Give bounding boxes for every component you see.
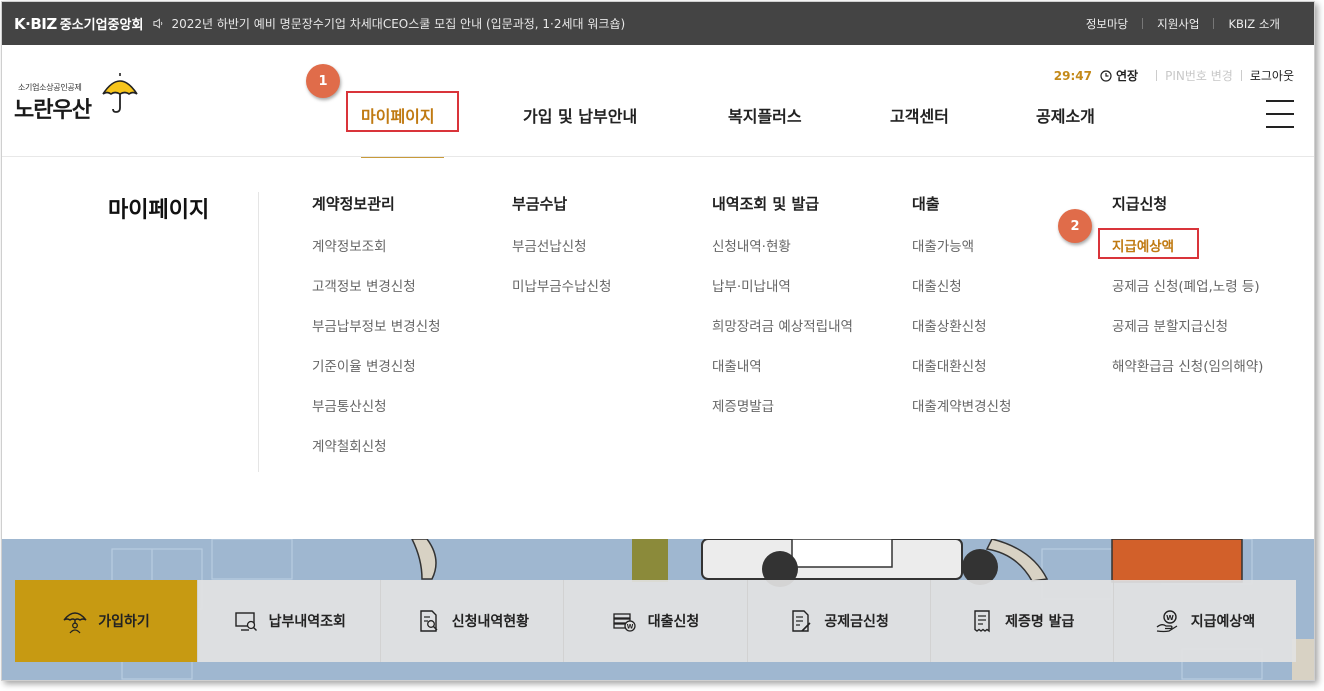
quick-expected-payment-button[interactable]: W 지급예상액 (1113, 580, 1296, 662)
mega-menu-title: 마이페이지 (108, 198, 210, 223)
menu-column-head[interactable]: 대출 (912, 193, 1011, 214)
quick-loan-label: 대출신청 (647, 614, 700, 630)
menu-highlight-box (1098, 228, 1199, 259)
step-badge-2: 2 (1058, 209, 1092, 243)
menu-item[interactable]: 부금납부정보 변경신청 (312, 315, 441, 355)
quick-certificate-label: 제증명 발급 (1005, 614, 1075, 630)
menu-item[interactable]: 신청내역·현황 (712, 235, 853, 275)
menu-item[interactable]: 대출내역 (712, 355, 853, 395)
clock-icon (1100, 69, 1112, 82)
nav-about[interactable]: 공제소개 (1036, 103, 1095, 127)
kbiz-name: 중소기업중앙회 (59, 18, 144, 33)
nav-highlight-box (346, 91, 459, 132)
menu-item[interactable]: 대출상환신청 (912, 315, 1011, 355)
top-bar: K·BIZ 중소기업중앙회 2022년 하반기 예비 명문장수기업 차세대CEO… (2, 2, 1314, 45)
svg-text:W: W (626, 624, 633, 631)
menu-column-head[interactable]: 내역조회 및 발급 (712, 193, 853, 214)
header-divider (2, 156, 1314, 157)
money-stack-icon: W (613, 613, 636, 632)
quick-join-button[interactable]: 가입하기 (15, 580, 199, 662)
top-link-info[interactable]: 정보마당 (1072, 16, 1142, 32)
document-pen-icon (792, 610, 811, 632)
step-badge-1: 1 (306, 64, 340, 98)
quick-application-status-button[interactable]: 신청내역현황 (381, 580, 565, 662)
menu-item[interactable]: 공제금 신청(폐업,노령 등) (1112, 275, 1263, 315)
menu-item[interactable]: 해약환급금 신청(임의해약) (1112, 355, 1263, 395)
quick-menu-bar: 가입하기 납부내역조회 신청내역현황 W 대출신청 공제금신청 제증명 발급 W… (15, 580, 1296, 662)
menu-item[interactable]: 대출계약변경신청 (912, 395, 1011, 435)
menu-column-head[interactable]: 계약정보관리 (312, 193, 441, 214)
menu-item[interactable]: 제증명발급 (712, 395, 853, 435)
session-area: 29:47 연장 PIN번호 변경 로그아웃 (1054, 67, 1294, 84)
quick-claim-label: 공제금신청 (824, 614, 889, 630)
logout-link[interactable]: 로그아웃 (1250, 67, 1294, 84)
hand-coin-icon: W (1156, 610, 1178, 633)
notice-ticker[interactable]: 2022년 하반기 예비 명문장수기업 차세대CEO스쿨 모집 안내 (입문과정… (153, 15, 625, 32)
nav-welfare-plus[interactable]: 복지플러스 (728, 103, 802, 127)
nav-customer-center[interactable]: 고객센터 (890, 103, 949, 127)
menu-item[interactable]: 계약철회신청 (312, 435, 441, 475)
menu-column-head[interactable]: 부금수납 (512, 193, 611, 214)
menu-column-head[interactable]: 지급신청 (1112, 193, 1263, 214)
top-link-about[interactable]: KBIZ 소개 (1214, 16, 1294, 32)
menu-item[interactable]: 부금통산신청 (312, 395, 441, 435)
menu-item[interactable]: 희망장려금 예상적립내역 (712, 315, 853, 355)
quick-join-label: 가입하기 (98, 614, 150, 630)
menu-column-claim: 지급신청 지급예상액 공제금 신청(폐업,노령 등) 공제금 분할지급신청 해약… (1112, 193, 1263, 395)
quick-certificate-button[interactable]: 제증명 발급 (930, 580, 1114, 662)
svg-text:W: W (1166, 614, 1174, 622)
notice-text: 2022년 하반기 예비 명문장수기업 차세대CEO스쿨 모집 안내 (입문과정… (171, 17, 626, 31)
quick-payment-history-label: 납부내역조회 (268, 614, 346, 630)
menu-column-loan: 대출 대출가능액 대출신청 대출상환신청 대출대환신청 대출계약변경신청 (912, 193, 1011, 435)
monitor-search-icon (234, 612, 257, 631)
quick-expected-payment-label: 지급예상액 (1190, 614, 1256, 630)
menu-item[interactable]: 기준이율 변경신청 (312, 355, 441, 395)
quick-claim-button[interactable]: 공제금신청 (747, 580, 931, 662)
quick-application-status-label: 신청내역현황 (451, 614, 529, 630)
menu-column-payment: 부금수납 부금선납신청 미납부금수납신청 (512, 193, 611, 315)
menu-item[interactable]: 공제금 분할지급신청 (1112, 315, 1263, 355)
menu-item[interactable]: 고객정보 변경신청 (312, 275, 441, 315)
browser-frame: K·BIZ 중소기업중앙회 2022년 하반기 예비 명문장수기업 차세대CEO… (1, 1, 1315, 681)
menu-item[interactable]: 미납부금수납신청 (512, 275, 611, 315)
menu-item[interactable]: 대출가능액 (912, 235, 1011, 275)
menu-item[interactable]: 대출대환신청 (912, 355, 1011, 395)
top-links: 정보마당 지원사업 KBIZ 소개 (1072, 16, 1294, 32)
umbrella-icon (102, 73, 138, 113)
speaker-icon (153, 18, 163, 29)
extend-button[interactable]: 연장 (1116, 67, 1138, 84)
menu-item[interactable]: 부금선납신청 (512, 235, 611, 275)
kbiz-mark: K·BIZ (14, 14, 57, 33)
menu-item[interactable]: 대출신청 (912, 275, 1011, 315)
menu-item[interactable]: 계약정보조회 (312, 235, 441, 275)
quick-loan-button[interactable]: W 대출신청 (564, 580, 748, 662)
quick-payment-history-button[interactable]: 납부내역조회 (198, 580, 382, 662)
session-timer: 29:47 (1053, 68, 1092, 83)
document-search-icon (420, 610, 438, 632)
top-link-support[interactable]: 지원사업 (1143, 16, 1213, 32)
umbrella-person-icon (63, 612, 87, 634)
divider (1240, 70, 1242, 81)
kbiz-logo[interactable]: K·BIZ 중소기업중앙회 (14, 14, 144, 34)
pin-change-link[interactable]: PIN번호 변경 (1165, 67, 1233, 84)
menu-column-history: 내역조회 및 발급 신청내역·현황 납부·미납내역 희망장려금 예상적립내역 대… (712, 193, 853, 435)
nav-join-payment[interactable]: 가입 및 납부안내 (523, 103, 637, 127)
divider (1156, 70, 1158, 81)
menu-column-contract: 계약정보관리 계약정보조회 고객정보 변경신청 부금납부정보 변경신청 기준이율… (312, 193, 441, 475)
menu-item[interactable]: 납부·미납내역 (712, 275, 853, 315)
logo-title: 노란우산 (14, 98, 92, 123)
certificate-icon (974, 610, 990, 633)
site-logo[interactable]: 소기업소상공인공제 노란우산 (14, 72, 139, 128)
hamburger-menu-icon[interactable] (1266, 100, 1294, 130)
mega-menu-divider (258, 192, 259, 472)
